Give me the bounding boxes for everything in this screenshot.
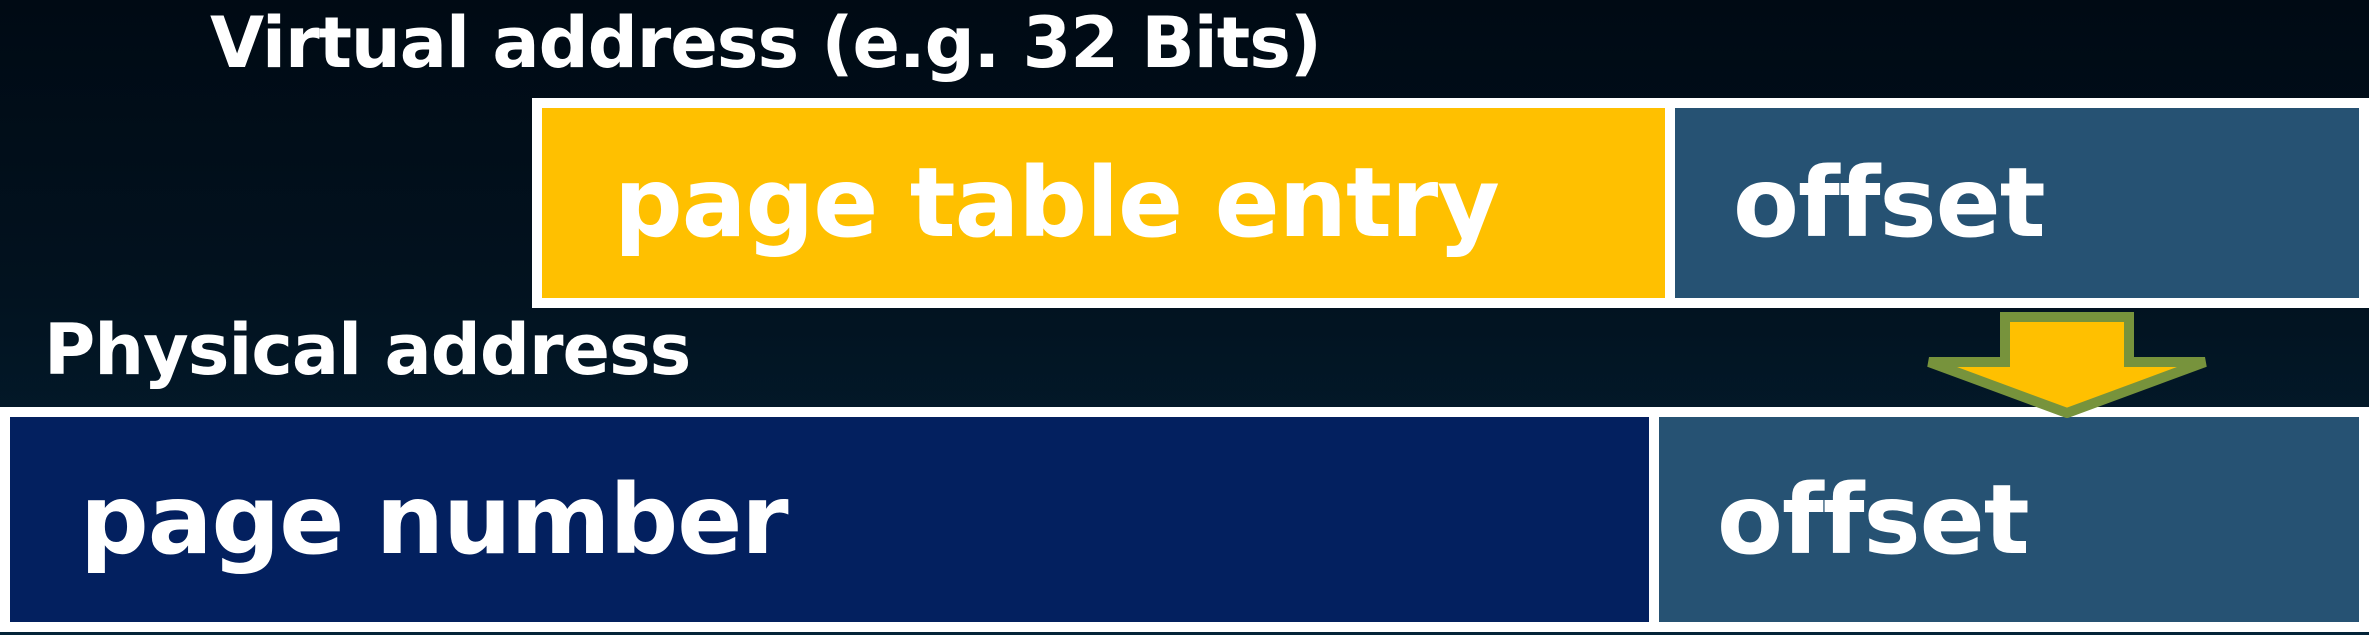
physical-address-title: Physical address bbox=[44, 309, 691, 391]
down-arrow-icon bbox=[1927, 312, 2207, 418]
physical-offset-field: offset bbox=[1659, 417, 2359, 622]
page-number-field: page number bbox=[10, 417, 1649, 622]
virtual-address-bar: page table entry offset bbox=[532, 98, 2369, 308]
virtual-address-title: Virtual address (e.g. 32 Bits) bbox=[210, 2, 1322, 84]
physical-address-bar: page number offset bbox=[0, 407, 2369, 632]
page-table-entry-field: page table entry bbox=[542, 108, 1665, 298]
virtual-offset-field: offset bbox=[1675, 108, 2359, 298]
